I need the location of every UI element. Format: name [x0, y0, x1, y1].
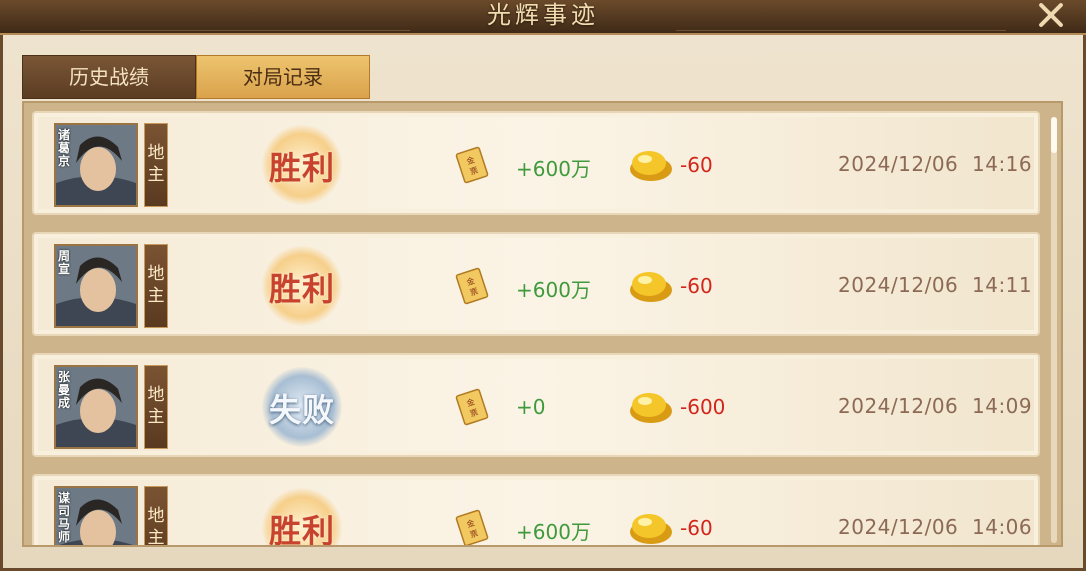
tab-history-stats[interactable]: 历史战绩: [22, 55, 196, 99]
gold-ticket-icon: 金 票: [455, 509, 489, 545]
gold-change: +600万: [516, 157, 591, 181]
scrollbar-thumb[interactable]: [1051, 117, 1057, 153]
result-badge: 胜利: [242, 242, 352, 330]
tab-bar: 历史战绩 对局记录: [22, 55, 370, 101]
role-label: 地主: [144, 486, 168, 545]
avatar: 周宣: [54, 244, 138, 328]
result-badge: 失败: [242, 363, 352, 451]
gold-change: +0: [516, 395, 546, 419]
avatar: 张曼成: [54, 365, 138, 449]
result-text: 胜利: [268, 270, 335, 308]
result-text: 胜利: [268, 512, 335, 547]
scrollbar[interactable]: [1051, 117, 1057, 543]
result-badge: 胜利: [242, 121, 352, 209]
record-row[interactable]: 张曼成 地主 失败 金 票 +0 -600 2024/12/06 14:09: [32, 353, 1040, 457]
gold-ticket-icon: 金 票: [455, 267, 489, 305]
gold-ingot-icon: [630, 151, 672, 181]
role-label: 地主: [144, 365, 168, 449]
record-timestamp: 2024/12/06 14:06: [838, 515, 1033, 539]
record-timestamp: 2024/12/06 14:09: [838, 394, 1033, 418]
record-row[interactable]: 周宣 地主 胜利 金 票 +600万 -60 2024/12/06 14:11: [32, 232, 1040, 336]
avatar: 谋司马师: [54, 486, 138, 545]
dialog-title: 光辉事迹: [487, 1, 599, 29]
player-name: 周宣: [58, 249, 71, 276]
record-timestamp: 2024/12/06 14:16: [838, 152, 1033, 176]
gold-change: +600万: [516, 520, 591, 544]
records-panel[interactable]: 诸葛京 地主 胜利 金 票 +600万 -60 2024/12/06 14:16: [22, 101, 1063, 547]
record-row[interactable]: 诸葛京 地主 胜利 金 票 +600万 -60 2024/12/06 14:16: [32, 111, 1040, 215]
gold-ticket-icon: 金 票: [455, 146, 489, 184]
role-label: 地主: [144, 244, 168, 328]
record-timestamp: 2024/12/06 14:11: [838, 273, 1033, 297]
player-name: 诸葛京: [58, 128, 71, 168]
result-text: 失败: [268, 391, 335, 429]
player-name: 张曼成: [58, 370, 71, 410]
result-text: 胜利: [268, 149, 335, 187]
close-icon[interactable]: [1034, 0, 1068, 30]
avatar: 诸葛京: [54, 123, 138, 207]
role-label: 地主: [144, 123, 168, 207]
record-row[interactable]: 谋司马师 地主 胜利 金 票 +600万 -60 2024/12/06 14:0…: [32, 474, 1040, 545]
gold-ticket-icon: 金 票: [455, 388, 489, 426]
ingot-change: -600: [680, 395, 726, 419]
gold-change: +600万: [516, 278, 591, 302]
result-badge: 胜利: [242, 484, 352, 545]
tab-match-records[interactable]: 对局记录: [196, 55, 370, 99]
ingot-change: -60: [680, 153, 713, 177]
player-name: 谋司马师: [58, 491, 71, 544]
title-bar: 光辉事迹: [0, 0, 1086, 35]
ingot-change: -60: [680, 516, 713, 540]
gold-ingot-icon: [630, 272, 672, 302]
ingot-change: -60: [680, 274, 713, 298]
gold-ingot-icon: [630, 514, 672, 544]
gold-ingot-icon: [630, 393, 672, 423]
